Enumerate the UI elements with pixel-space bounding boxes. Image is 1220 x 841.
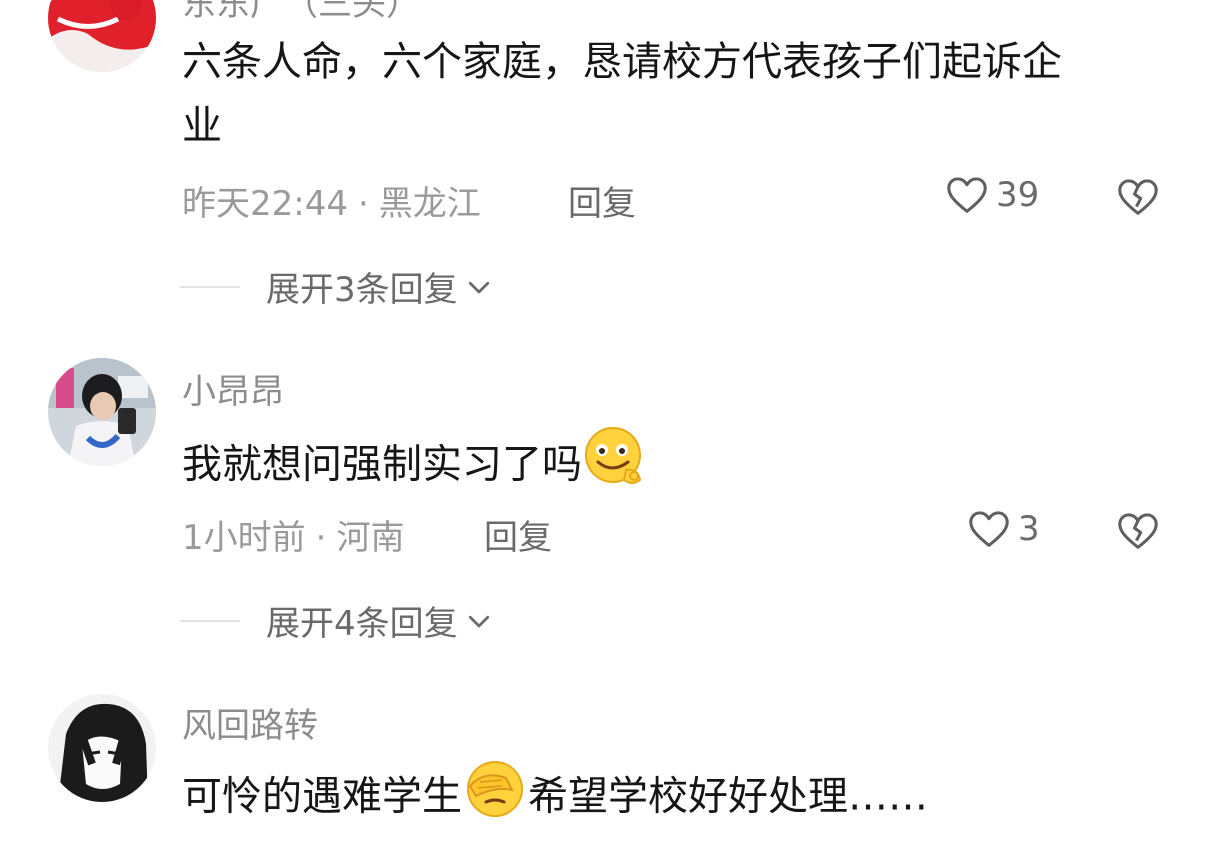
chevron-down-icon <box>468 615 489 627</box>
comment-1: 东东广（三头） 六条人命，六个家庭，恳请校方代表孩子们起诉企 业 昨天22:44… <box>0 0 1220 330</box>
facepalm-emoji <box>462 756 528 841</box>
smile-ok-emoji <box>582 424 648 509</box>
comment-meta: 昨天22:44 · 黑龙江 <box>182 176 481 225</box>
broken-heart-icon <box>1118 513 1158 549</box>
divider-line <box>180 619 240 622</box>
like-button[interactable]: 3 <box>966 506 1040 552</box>
comment-text: 六条人命，六个家庭，恳请校方代表孩子们起诉企 业 <box>182 30 1182 158</box>
dislike-button[interactable] <box>1115 174 1161 224</box>
comment-text: 我就想问强制实习了吗 <box>182 424 1182 509</box>
smile-emoji-icon <box>585 427 642 484</box>
comment-text-before: 可怜的遇难学生 <box>182 773 462 820</box>
avatar-image <box>48 0 156 72</box>
avatar[interactable] <box>48 0 156 72</box>
like-count: 3 <box>1018 509 1040 549</box>
location: 河南 <box>336 518 405 558</box>
dislike-button[interactable] <box>1115 508 1161 558</box>
comment-text-line-2: 业 <box>182 103 222 149</box>
reply-button[interactable]: 回复 <box>568 176 636 225</box>
reply-button[interactable]: 回复 <box>484 510 552 559</box>
expand-replies[interactable]: 展开3条回复 <box>180 262 494 311</box>
avatar[interactable] <box>48 694 156 802</box>
separator-dot: · <box>315 518 327 558</box>
separator-dot: · <box>357 184 369 224</box>
comment-text-line-1: 六条人命，六个家庭，恳请校方代表孩子们起诉企 <box>182 39 1062 85</box>
username[interactable]: 小昂昂 <box>182 364 284 413</box>
avatar[interactable] <box>48 358 156 466</box>
comment-2: 小昂昂 我就想问强制实习了吗 1小时前 · 河南 回复 3 展开4条回复 <box>0 340 1220 660</box>
expand-replies-label[interactable]: 展开3条回复 <box>266 262 458 311</box>
expand-replies-label[interactable]: 展开4条回复 <box>266 596 458 645</box>
avatar-image <box>48 694 156 802</box>
comment-text: 可怜的遇难学生 希望学校好好处理…… <box>182 756 1182 841</box>
facepalm-emoji-icon <box>467 761 523 817</box>
comment-text-body: 我就想问强制实习了吗 <box>182 441 582 488</box>
like-count: 39 <box>996 175 1040 215</box>
username[interactable]: 风回路转 <box>182 698 318 747</box>
timestamp: 昨天22:44 <box>182 184 348 224</box>
timestamp: 1小时前 <box>182 518 306 558</box>
comment-text-after: 希望学校好好处理…… <box>528 773 928 820</box>
comment-meta: 1小时前 · 河南 <box>182 510 404 559</box>
username[interactable]: 东东广（三头） <box>182 0 420 25</box>
comment-3: 风回路转 可怜的遇难学生 希望学校好好处理…… <box>0 676 1220 820</box>
avatar-image <box>48 358 156 466</box>
heart-icon <box>969 511 1009 547</box>
heart-icon <box>947 177 987 213</box>
broken-heart-icon <box>1118 179 1158 215</box>
location: 黑龙江 <box>378 184 481 224</box>
like-button[interactable]: 39 <box>944 172 1039 218</box>
expand-replies[interactable]: 展开4条回复 <box>180 596 494 645</box>
chevron-down-icon <box>468 281 489 293</box>
divider-line <box>180 285 240 288</box>
